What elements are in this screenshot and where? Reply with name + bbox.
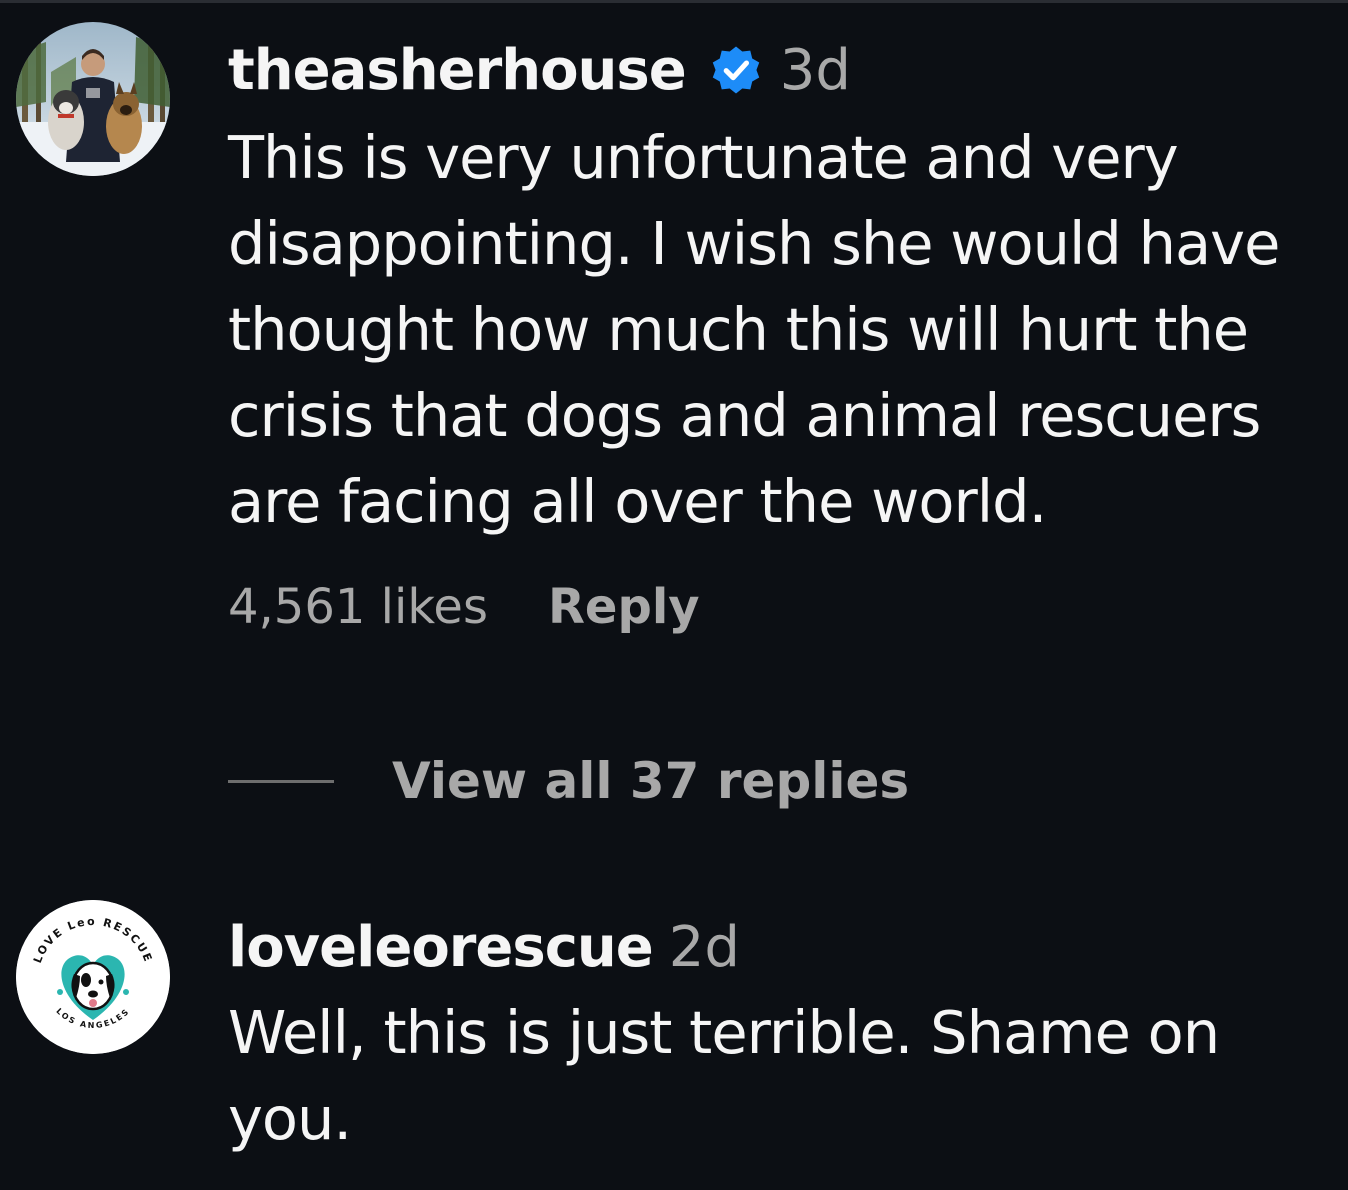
view-replies-label: View all 37 replies <box>392 752 910 810</box>
replies-divider-line <box>228 779 334 783</box>
verified-badge-icon <box>708 42 764 98</box>
comment-timestamp[interactable]: 2d <box>669 915 740 980</box>
avatar-theasherhouse[interactable] <box>16 22 170 176</box>
likes-count[interactable]: 4,561 likes <box>228 579 488 635</box>
comment-header: loveleorescue 2d <box>228 912 1328 982</box>
comment-line: thought how much this will hurt the <box>228 295 1249 364</box>
username-link[interactable]: loveleorescue <box>228 915 654 980</box>
comment-actions: 4,561 likes Reply <box>228 579 1328 635</box>
man-with-dogs-photo-icon <box>16 22 170 176</box>
comment-line: This is very unfortunate and very <box>228 123 1179 192</box>
comment-line: crisis that dogs and animal rescuers <box>228 381 1261 450</box>
comment-theasherhouse: theasherhouse 3d This is very unfortunat… <box>228 35 1328 636</box>
comment-line: you. <box>228 1084 352 1153</box>
top-divider <box>0 0 1348 3</box>
comment-timestamp[interactable]: 3d <box>780 38 851 103</box>
love-leo-rescue-logo-icon: LOVE Leo RESCUE LOS ANGELES <box>16 900 170 1054</box>
comment-line: disappointing. I wish she would have <box>228 209 1280 278</box>
comment-loveleorescue: loveleorescue 2d Well, this is just terr… <box>228 912 1328 1162</box>
comment-body: Well, this is just terrible. Shame on yo… <box>228 990 1328 1162</box>
comment-line: are facing all over the world. <box>228 467 1047 536</box>
comment-line: Well, this is just terrible. Shame on <box>228 998 1220 1067</box>
avatar-loveleorescue[interactable]: LOVE Leo RESCUE LOS ANGELES <box>16 900 170 1054</box>
comment-header: theasherhouse 3d <box>228 35 1328 105</box>
view-replies-button[interactable]: View all 37 replies <box>228 752 909 810</box>
comment-body: This is very unfortunate and very disapp… <box>228 115 1328 545</box>
reply-button[interactable]: Reply <box>548 579 700 635</box>
username-link[interactable]: theasherhouse <box>228 38 687 103</box>
